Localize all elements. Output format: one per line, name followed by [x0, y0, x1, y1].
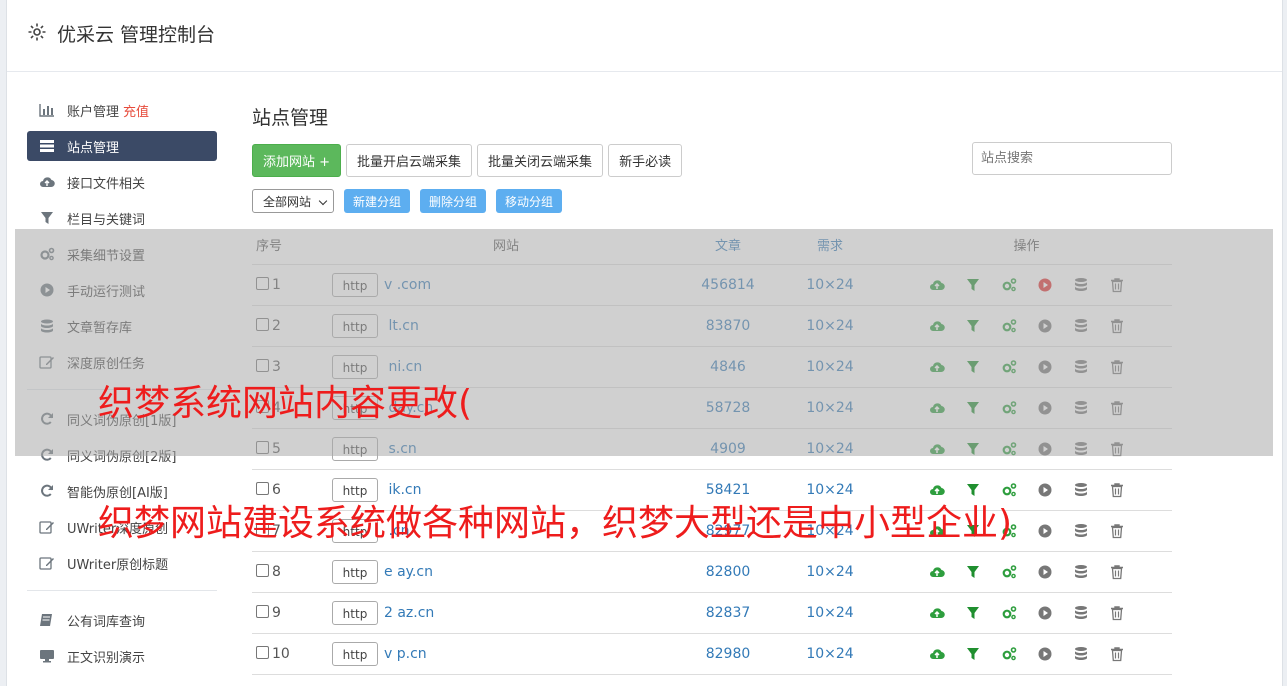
row-number: 8: [272, 564, 281, 580]
row-number-cell: 9: [252, 592, 335, 634]
row-number-cell: 10: [252, 633, 335, 675]
database-icon[interactable]: [1073, 646, 1089, 662]
site-search-input[interactable]: [972, 142, 1172, 175]
articles-count[interactable]: 82837: [677, 592, 779, 634]
watermark-line-1: 织梦系统网站内容更改(: [98, 383, 473, 424]
trash-icon[interactable]: [1109, 482, 1125, 498]
filter-icon[interactable]: [965, 605, 981, 621]
table-row: 8 http e ay.cn 82800 10×24: [252, 551, 1172, 593]
ops-cell: [881, 633, 1172, 675]
play-icon[interactable]: [1037, 482, 1053, 498]
play-icon[interactable]: [1037, 564, 1053, 580]
trash-icon[interactable]: [1109, 646, 1125, 662]
row-checkbox[interactable]: [256, 646, 269, 659]
watermark-line-2: 织梦网站建设系统做各种网站，织梦大型还是中小型企业): [98, 503, 1013, 544]
group-select[interactable]: 全部网站: [252, 189, 335, 213]
database-icon[interactable]: [1073, 605, 1089, 621]
table-row: 10 http v p.cn 82980 10×24: [252, 633, 1172, 675]
sidebar-item-label: 栏目与关键词: [67, 212, 146, 228]
site-cell: http v p.cn: [332, 633, 677, 675]
database-icon[interactable]: [1073, 482, 1089, 498]
delete-group-button[interactable]: 删除分组: [420, 189, 487, 213]
top-bar: 优采云 管理控制台: [7, 0, 1282, 72]
table-row: 9 http 2 az.cn 82837 10×24: [252, 592, 1172, 634]
demand-value[interactable]: 10×24: [779, 633, 881, 675]
play-icon[interactable]: [1037, 523, 1053, 539]
site-cell: http 2 az.cn: [332, 592, 677, 634]
cogs-icon[interactable]: [1001, 564, 1017, 580]
sidebar-item-c-0[interactable]: 公有词库查询: [27, 605, 217, 635]
trash-icon[interactable]: [1109, 523, 1125, 539]
cogs-icon[interactable]: [1001, 646, 1017, 662]
cloud-upload-icon: [39, 175, 55, 189]
protocol-badge: http: [332, 642, 378, 666]
filter-icon[interactable]: [965, 564, 981, 580]
refresh-icon: [39, 484, 55, 498]
database-icon[interactable]: [1073, 523, 1089, 539]
sidebar-item-account[interactable]: 账户管理 充值: [27, 95, 217, 125]
sidebar-item-label: 账户管理: [67, 104, 120, 120]
cloud-upload-icon[interactable]: [929, 605, 945, 621]
cloud-upload-icon[interactable]: [929, 564, 945, 580]
row-number: 10: [272, 646, 290, 662]
gear-icon[interactable]: [27, 22, 47, 42]
batch-disable-button[interactable]: 批量关闭云端采集: [477, 144, 604, 177]
sidebar-item-label: 公有词库查询: [67, 614, 146, 630]
sidebar-item-a-1[interactable]: 接口文件相关: [27, 167, 217, 197]
cogs-icon[interactable]: [1001, 605, 1017, 621]
sidebar-item-c-1[interactable]: 正文识别演示: [27, 641, 217, 671]
bar-chart-icon: [39, 104, 54, 117]
server-icon: [39, 139, 55, 153]
articles-count[interactable]: 82980: [677, 633, 779, 675]
ops-cell: [881, 551, 1172, 593]
sidebar-item-label: 站点管理: [67, 140, 120, 156]
site-domain-link[interactable]: e ay.cn: [384, 564, 433, 580]
play-icon[interactable]: [1037, 646, 1053, 662]
edit-icon: [39, 556, 55, 570]
articles-count[interactable]: 82800: [677, 551, 779, 593]
move-group-button[interactable]: 移动分组: [496, 189, 563, 213]
ops-cell: [881, 592, 1172, 634]
trash-icon[interactable]: [1109, 564, 1125, 580]
sidebar-divider: [27, 590, 217, 591]
group-controls: 全部网站 新建分组 删除分组 移动分组: [252, 189, 1172, 213]
book-icon: [39, 613, 55, 627]
add-site-button[interactable]: 添加网站 +: [252, 144, 342, 177]
database-icon[interactable]: [1073, 564, 1089, 580]
protocol-badge: http: [332, 560, 378, 584]
sidebar-item-a-0[interactable]: 站点管理: [27, 131, 217, 161]
guide-button[interactable]: 新手必读: [608, 144, 683, 177]
cloud-upload-icon[interactable]: [929, 646, 945, 662]
demand-value[interactable]: 10×24: [779, 551, 881, 593]
row-checkbox[interactable]: [256, 564, 269, 577]
sidebar-item-label: 正文识别演示: [67, 650, 146, 666]
site-domain-link[interactable]: v p.cn: [384, 646, 427, 662]
row-number: 9: [272, 605, 281, 621]
site-domain-link[interactable]: 2 az.cn: [384, 605, 434, 621]
demand-value[interactable]: 10×24: [779, 592, 881, 634]
app-title: 优采云 管理控制台: [57, 24, 216, 46]
trash-icon[interactable]: [1109, 605, 1125, 621]
filter-icon: [39, 211, 55, 225]
batch-enable-button[interactable]: 批量开启云端采集: [346, 144, 473, 177]
page-title: 站点管理: [252, 107, 329, 129]
sidebar-item-b-4[interactable]: UWriter原创标题: [27, 548, 217, 578]
filter-icon[interactable]: [965, 646, 981, 662]
site-cell: http e ay.cn: [332, 551, 677, 593]
row-checkbox[interactable]: [256, 605, 269, 618]
edit-icon: [39, 520, 55, 534]
recharge-link[interactable]: 充值: [123, 101, 149, 120]
sidebar-item-label: 接口文件相关: [67, 176, 146, 192]
new-group-button[interactable]: 新建分组: [344, 189, 411, 213]
desktop-icon: [39, 649, 55, 663]
play-icon[interactable]: [1037, 605, 1053, 621]
sidebar-item-label: UWriter原创标题: [67, 557, 169, 573]
row-number-cell: 8: [252, 551, 335, 593]
protocol-badge: http: [332, 601, 378, 625]
